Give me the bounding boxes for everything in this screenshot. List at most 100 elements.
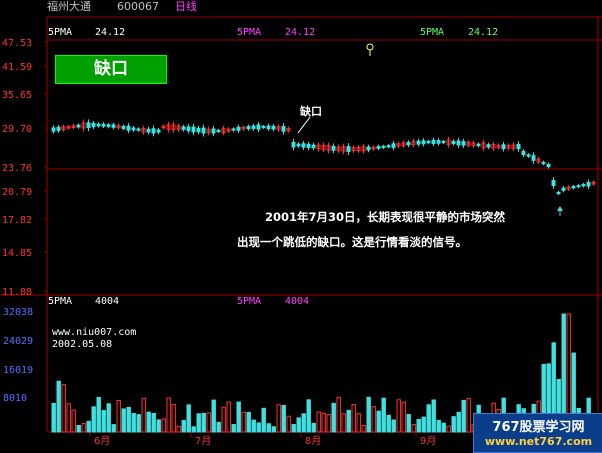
volume-bar [61,384,66,433]
candle-body [531,155,536,161]
price-tick-label: 23.76 [2,163,32,174]
vol-ma-label-1: 5PMA [48,296,72,307]
volume-bar [391,419,396,433]
volume-bar [121,408,126,433]
candle-body [246,126,251,130]
candle-body [366,146,371,151]
volume-bar [251,419,256,433]
volume-bar [271,426,276,433]
candle-body [131,127,136,131]
candle-body [426,140,431,144]
candle-body [526,154,531,157]
volume-bar [236,401,241,433]
source-date: 2002.05.08 [52,339,113,350]
candle-body [561,187,566,191]
volume-bar [421,416,426,433]
volume-bar [416,418,421,433]
volume-bar [276,404,281,433]
candle-body [416,140,421,145]
volume-bar [386,414,391,433]
volume-bar [466,398,471,433]
volume-bar [216,421,221,433]
month-label: 7月 [195,435,211,447]
volume-bar [186,404,191,433]
volume-bar [296,417,301,433]
volume-bar [376,410,381,433]
candle-body [541,161,546,165]
candle-body [546,164,551,167]
volume-bar [116,399,121,433]
volume-bar [436,419,441,433]
volume-tick-label: 8010 [3,393,27,404]
candle-body [201,127,206,134]
volume-bar [66,403,71,433]
volume-tick-label: 24029 [3,336,33,347]
volume-bar [211,399,216,433]
volume-bar [226,401,231,433]
candle-body [251,125,256,129]
watermark-url: www.net767.com [484,435,593,448]
candle-body [181,126,186,130]
volume-tick-label: 32038 [3,307,33,318]
candle-body [551,180,556,186]
volume-bar [101,410,106,433]
candle-body [346,146,351,153]
candle-body [441,140,446,144]
volume-bar [111,424,116,433]
candle-body [291,141,296,148]
volume-bar [266,423,271,433]
volume-bar [126,406,131,433]
volume-bar [331,402,336,433]
candle-body [266,125,271,130]
volume-bar [196,413,201,433]
watermark-title: 767股票学习网 [492,420,585,435]
price-axis-ticks: 47.53 41.59 35.65 29.70 23.76 20.79 17.82 14.85… [2,38,47,298]
price-ma-value-1: 24.12 [95,27,125,38]
candle-body [111,124,116,128]
volume-bar [401,401,406,433]
candle-body [211,128,216,134]
candle-body [306,143,311,149]
price-tick-label: 29.70 [2,124,32,135]
month-label: 6月 [94,435,110,447]
candle-body [516,143,521,150]
volume-bar [396,399,401,433]
volume-bar [371,406,376,433]
candle-body [151,128,156,134]
candle-body [86,122,91,129]
candle-body [271,125,276,130]
price-ma-value-2: 24.12 [285,27,315,38]
volume-bar [221,406,226,433]
volume-bar [256,422,261,433]
volume-bar [446,425,451,433]
volume-bar [346,409,351,433]
volume-bar [86,420,91,433]
candle-body [296,143,301,147]
candle-body [421,140,426,145]
volume-bar [51,402,56,433]
candle-body [311,144,316,149]
candle-body [381,145,386,148]
volume-bar [166,397,171,433]
low-arrow-head-icon [557,206,563,211]
volume-bar [406,413,411,433]
price-tick-label: 35.65 [2,90,32,101]
candle-body [261,126,266,129]
candle-body [136,128,141,131]
gap-callout-label: 缺口 [300,105,322,118]
candlestick-series [51,119,596,196]
volume-bar [181,420,186,433]
price-tick-label: 20.79 [2,187,32,198]
candle-body [56,126,61,131]
candle-body [231,128,236,131]
price-ma-value-3: 24.12 [468,27,498,38]
volume-bar [206,412,211,433]
candle-body [101,123,106,127]
volume-bar [381,397,386,433]
site-watermark[interactable]: 767股票学习网 www.net767.com [473,413,602,453]
event-marker-icon[interactable] [366,43,374,51]
candle-body [186,126,191,132]
candle-body [331,145,336,151]
candle-body [451,140,456,145]
candle-body [486,144,491,148]
